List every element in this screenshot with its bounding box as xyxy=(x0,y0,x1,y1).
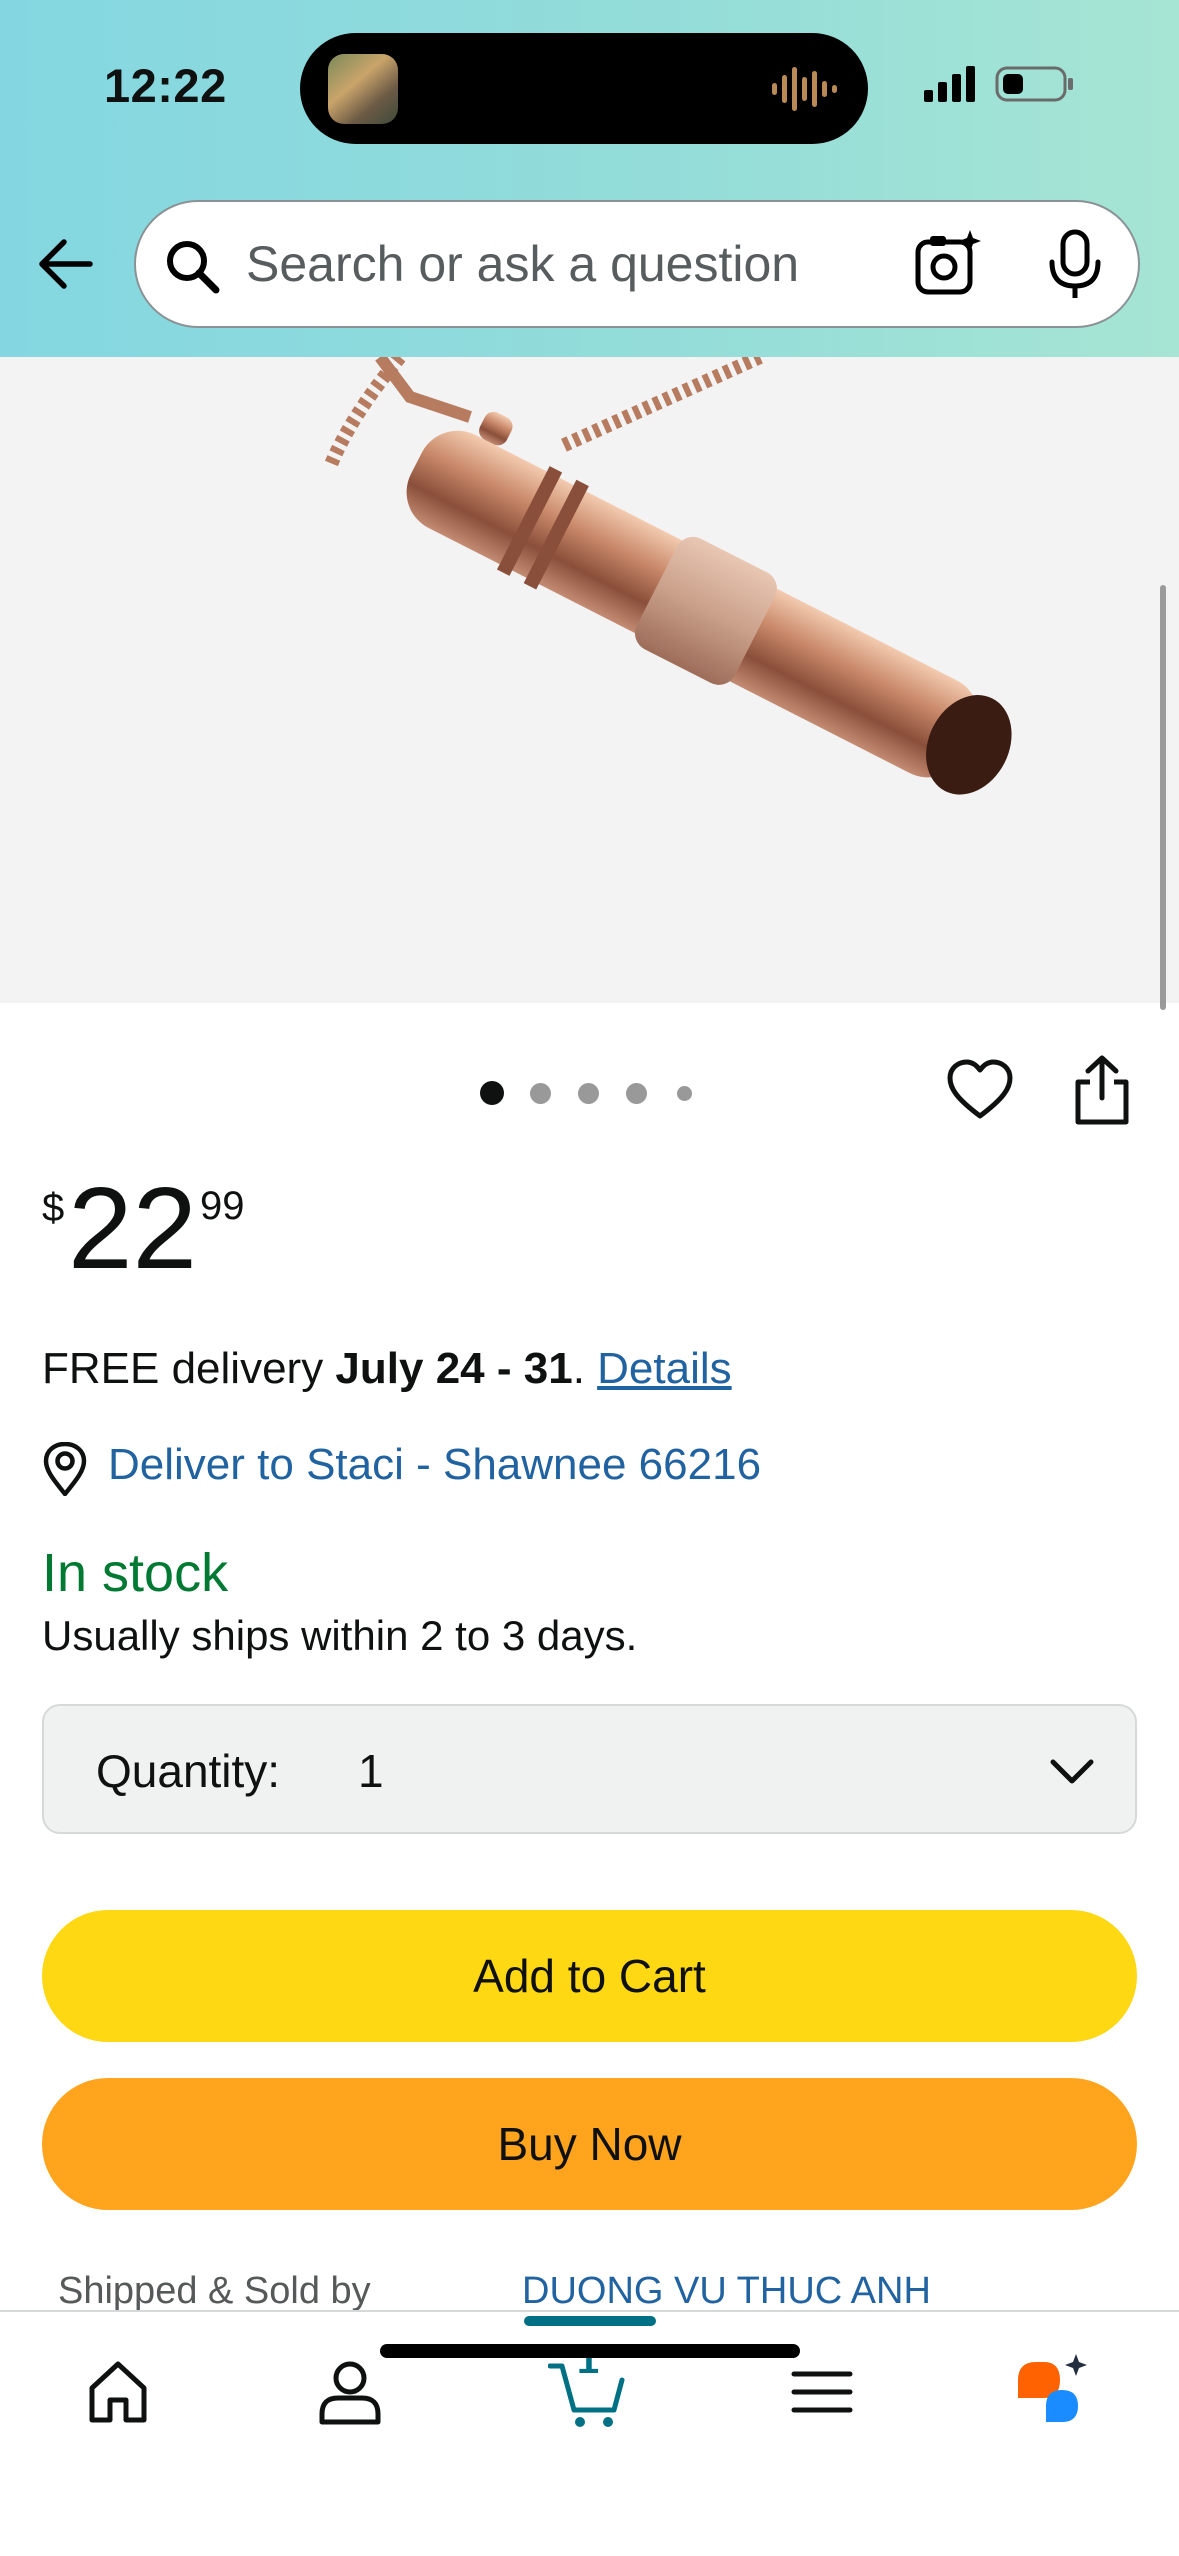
now-playing-artwork xyxy=(328,54,398,124)
stock-status: In stock xyxy=(42,1543,229,1603)
heart-icon[interactable] xyxy=(946,1058,1014,1122)
buy-now-button[interactable]: Buy Now xyxy=(42,2078,1137,2210)
search-bar[interactable] xyxy=(134,200,1140,328)
account-icon xyxy=(319,2361,381,2425)
carousel-dot[interactable] xyxy=(626,1083,647,1104)
menu-icon xyxy=(791,2371,853,2413)
search-input[interactable] xyxy=(246,202,1006,326)
microphone-icon[interactable] xyxy=(1042,228,1108,300)
tab-account[interactable] xyxy=(310,2352,390,2432)
price-fraction: 99 xyxy=(200,1184,245,1228)
audio-waveform-icon xyxy=(772,67,837,111)
rufus-assistant-icon xyxy=(1018,2354,1087,2422)
app-header: 12:22 xyxy=(0,0,1179,357)
shipping-time: Usually ships within 2 to 3 days. xyxy=(42,1612,638,1659)
deliver-to-text[interactable]: Deliver to Staci - Shawnee 66216 xyxy=(108,1440,761,1490)
share-icon[interactable] xyxy=(1070,1054,1134,1126)
tab-rufus[interactable] xyxy=(1014,2352,1094,2432)
home-icon xyxy=(89,2361,147,2423)
cellular-signal-icon xyxy=(924,66,975,102)
active-tab-indicator xyxy=(524,2316,656,2326)
camera-lens-icon[interactable] xyxy=(912,228,984,300)
price-symbol: $ xyxy=(42,1186,65,1230)
carousel-dot[interactable] xyxy=(578,1083,599,1104)
product-image[interactable] xyxy=(0,357,1179,1003)
tab-home[interactable] xyxy=(78,2352,158,2432)
chevron-down-icon xyxy=(1050,1759,1094,1784)
tab-menu[interactable] xyxy=(782,2352,862,2432)
home-indicator xyxy=(380,2344,800,2358)
carousel-dot[interactable] xyxy=(530,1083,551,1104)
tab-cart[interactable]: 1 xyxy=(547,2338,628,2432)
quantity-label: Quantity: xyxy=(96,1745,281,1797)
delivery-info: FREE delivery July 24 - 31. Details xyxy=(42,1344,732,1394)
seller-name-link[interactable]: DUONG VU THUC ANH xyxy=(522,2270,931,2313)
quantity-dropdown[interactable]: Quantity: 1 xyxy=(42,1704,1137,1834)
add-to-cart-button[interactable]: Add to Cart xyxy=(42,1910,1137,2042)
location-pin-icon xyxy=(43,1442,87,1496)
quantity-value: 1 xyxy=(358,1745,384,1797)
deliver-to-location[interactable]: Deliver to Staci - Shawnee 66216 xyxy=(42,1440,942,1500)
battery-icon xyxy=(995,66,1073,102)
back-arrow-icon[interactable] xyxy=(34,232,98,296)
delivery-dates: July 24 - 31 xyxy=(335,1344,573,1393)
delivery-details-link[interactable]: Details xyxy=(597,1344,732,1393)
whistle-pendant-image xyxy=(323,357,1012,795)
delivery-separator: . xyxy=(572,1344,598,1393)
delivery-prefix: FREE delivery xyxy=(42,1344,336,1393)
shipped-sold-by-label: Shipped & Sold by xyxy=(58,2270,371,2312)
carousel-dot[interactable] xyxy=(677,1086,692,1101)
carousel-dot-active[interactable] xyxy=(480,1081,504,1105)
dynamic-island[interactable] xyxy=(300,33,868,144)
scroll-indicator xyxy=(1160,585,1166,1010)
status-time: 12:22 xyxy=(104,59,227,112)
search-icon xyxy=(167,241,220,294)
price-whole: 22 xyxy=(68,1163,198,1293)
